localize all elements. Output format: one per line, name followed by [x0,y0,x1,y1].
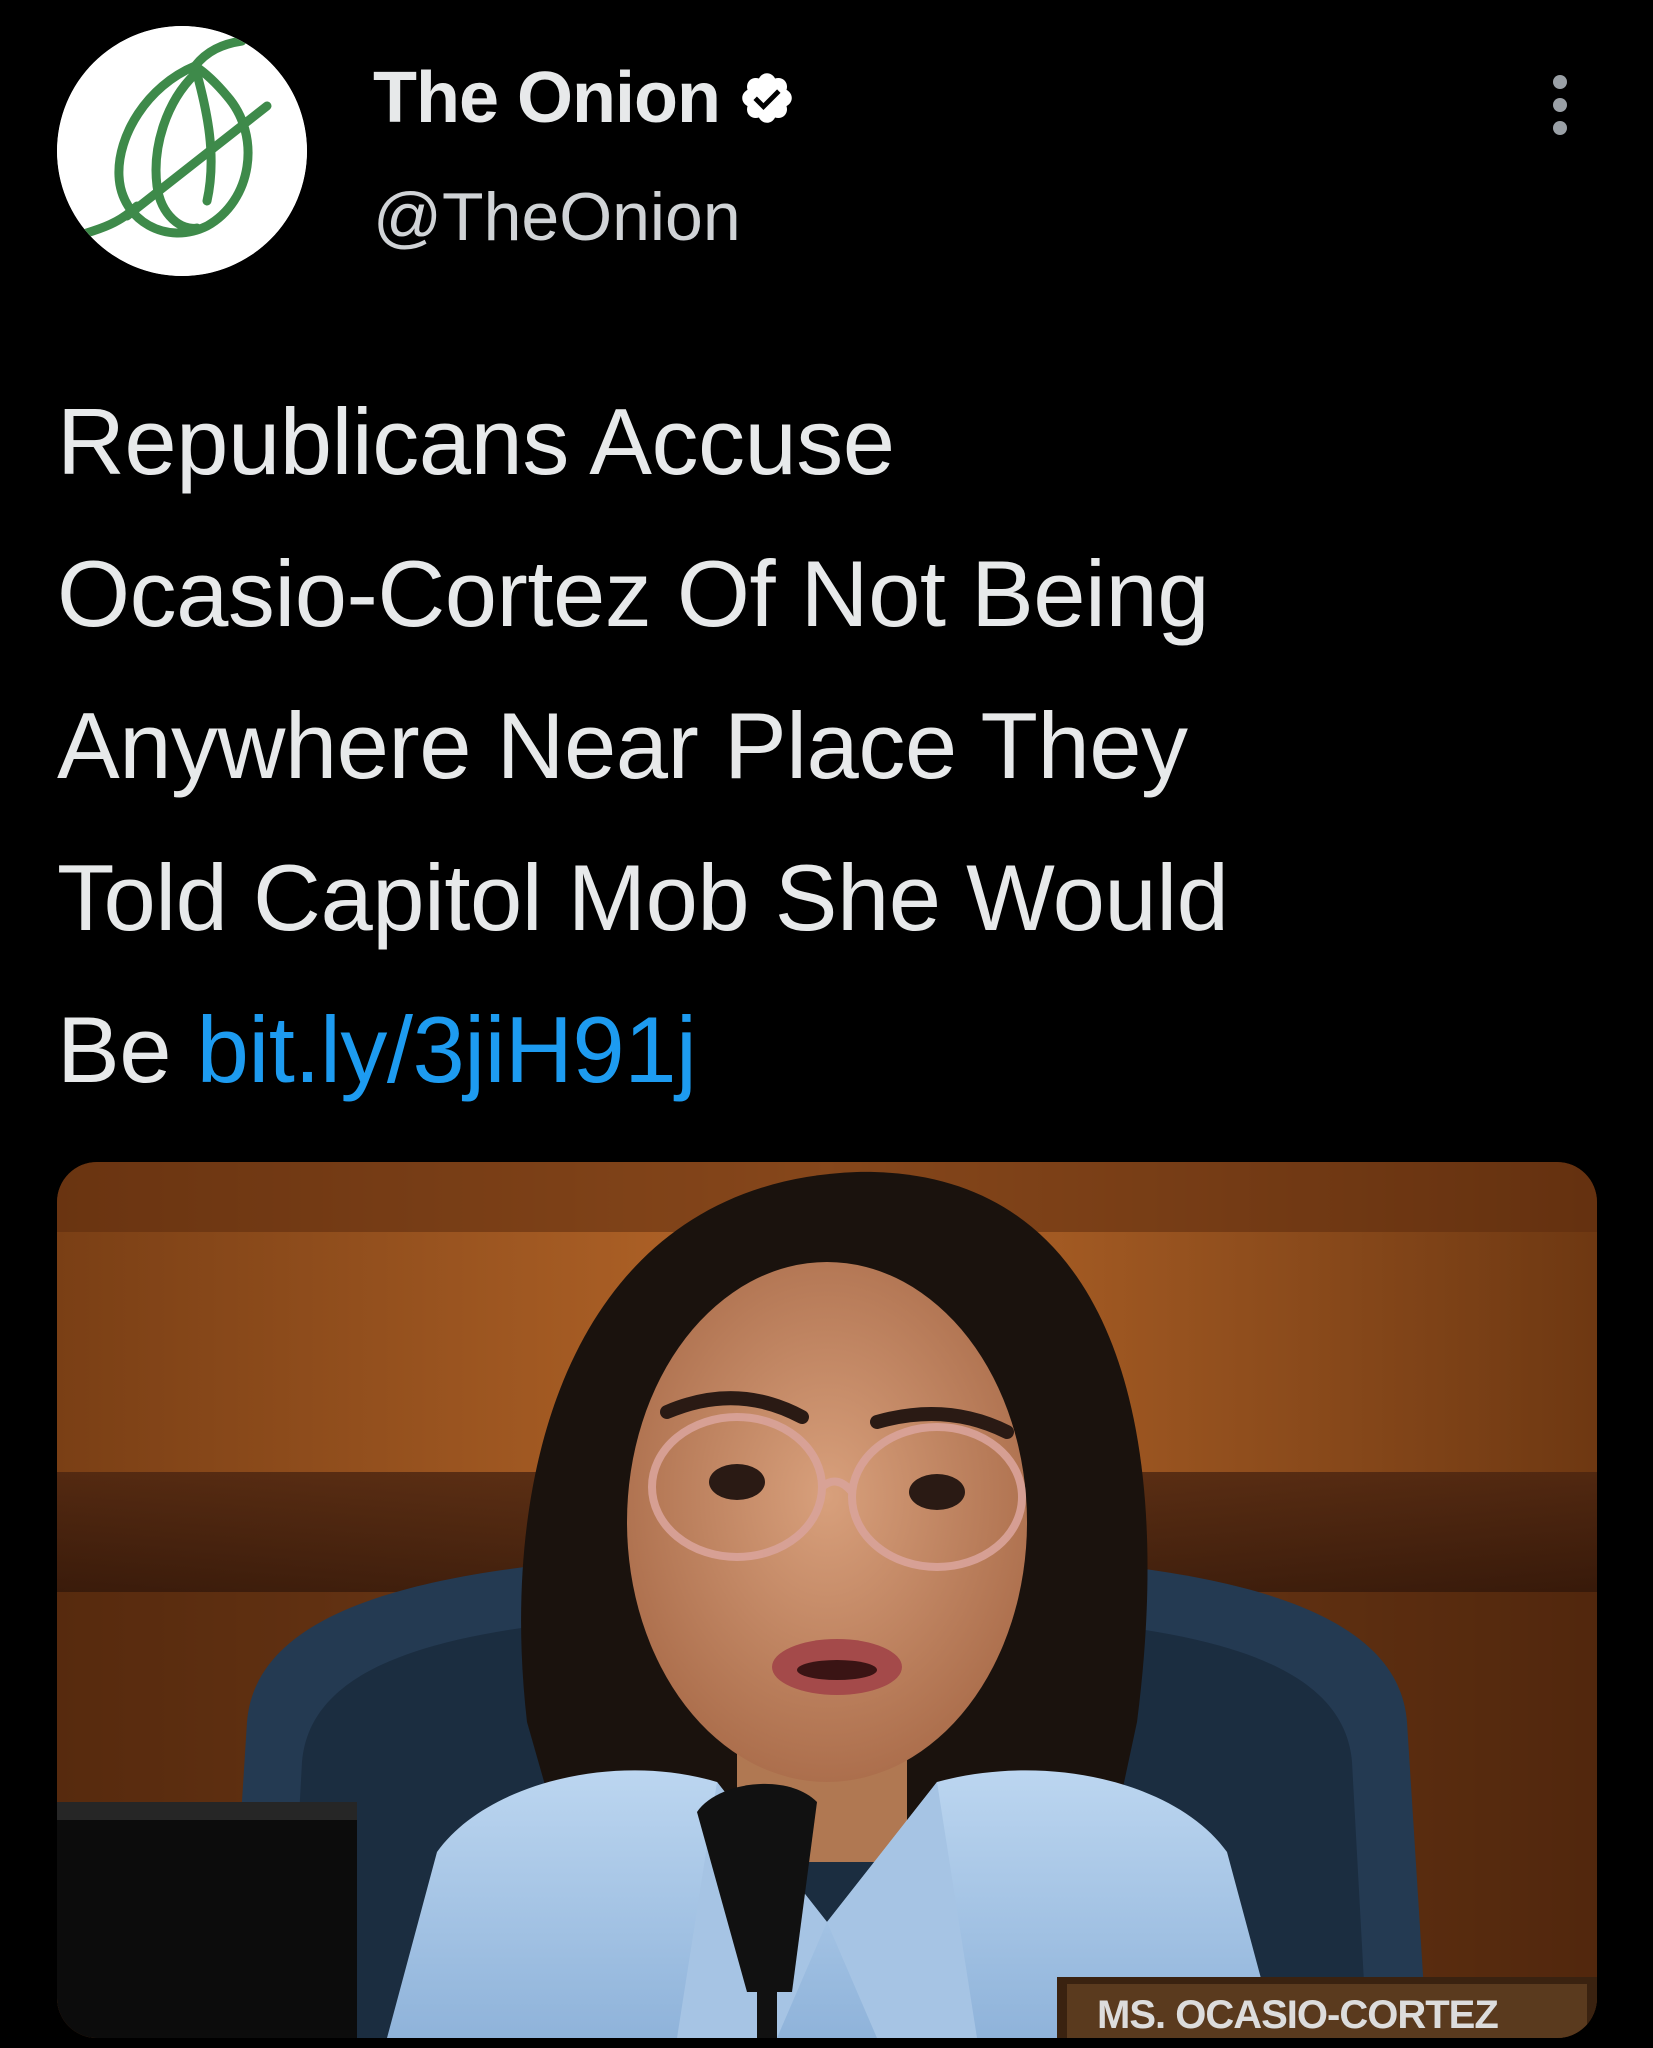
tweet-media-image[interactable]: MS. OCASIO-CORTEZ [57,1162,1597,2038]
tweet-text-line: Republicans Accuse [57,389,895,494]
tweet-link[interactable]: bit.ly/3jiH91j [197,997,697,1102]
author-name-row: The Onion [373,58,796,138]
tweet-text-last-line: Be bit.ly/3jiH91j [57,974,1617,1126]
tweet-text-line: Told Capitol Mob She Would [57,845,1229,950]
photo-illustration: MS. OCASIO-CORTEZ [57,1162,1597,2038]
tweet-text-line: Ocasio-Cortez Of Not Being [57,541,1210,646]
more-vertical-icon [1553,75,1567,135]
avatar[interactable] [57,26,307,276]
tweet-text-line: Be [57,997,171,1102]
verified-badge-icon [742,73,792,123]
tweet-text: Republicans Accuse Ocasio-Cortez Of Not … [57,366,1617,1126]
onion-logo-icon [57,26,307,276]
author-display-name[interactable]: The Onion [373,57,721,139]
more-options-button[interactable] [1538,70,1582,140]
author-handle[interactable]: @TheOnion [373,178,741,256]
nameplate-text: MS. OCASIO-CORTEZ [1097,1993,1498,2037]
tweet-text-line: Anywhere Near Place They [57,693,1188,798]
